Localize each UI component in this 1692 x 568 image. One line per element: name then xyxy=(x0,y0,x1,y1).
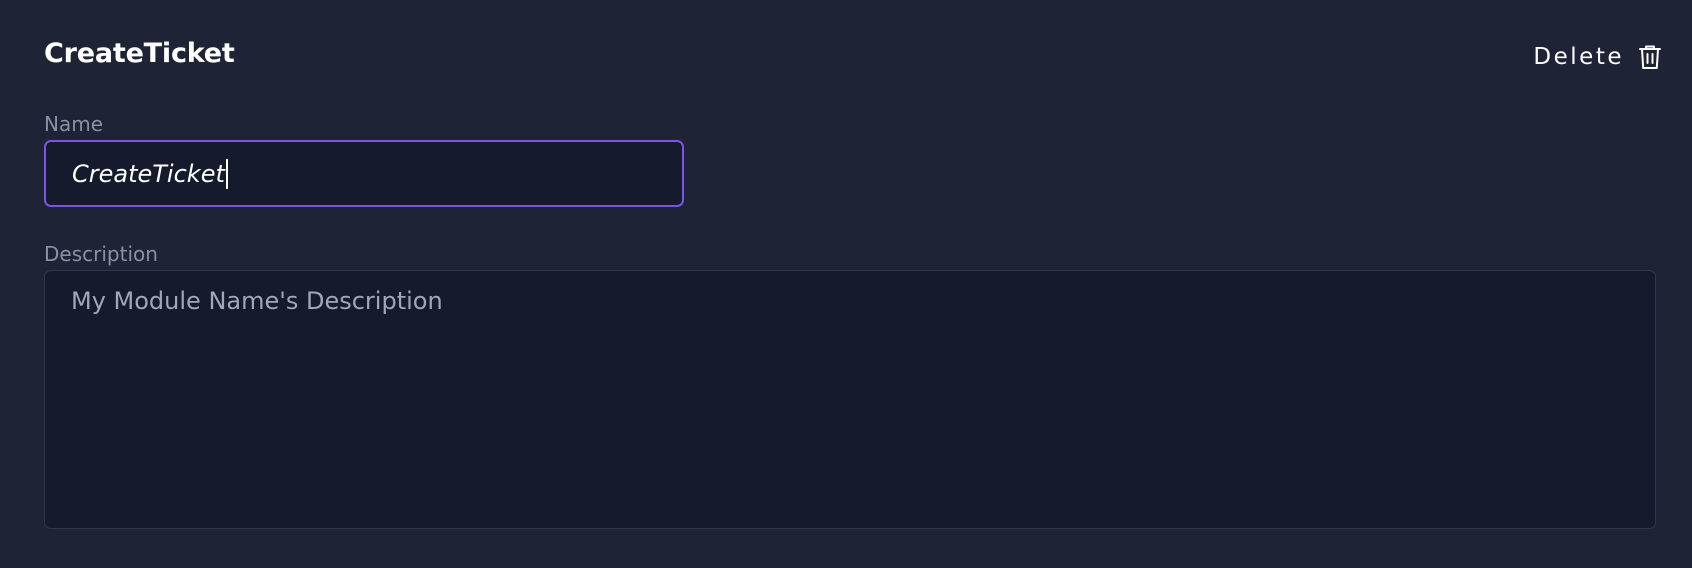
description-placeholder: My Module Name's Description xyxy=(71,287,443,315)
name-input[interactable]: CreateTicket xyxy=(44,140,684,207)
name-label: Name xyxy=(44,112,104,136)
name-input-value: CreateTicket xyxy=(72,159,225,188)
trash-icon xyxy=(1639,45,1661,69)
delete-button-label: Delete xyxy=(1533,44,1624,70)
description-textarea[interactable]: My Module Name's Description xyxy=(44,270,1656,529)
page-title: CreateTicket xyxy=(44,38,235,69)
module-editor: CreateTicket Delete Name CreateTicket De… xyxy=(0,0,1692,568)
delete-button[interactable]: Delete xyxy=(1533,44,1662,70)
description-label: Description xyxy=(44,242,158,266)
text-caret xyxy=(225,158,228,189)
